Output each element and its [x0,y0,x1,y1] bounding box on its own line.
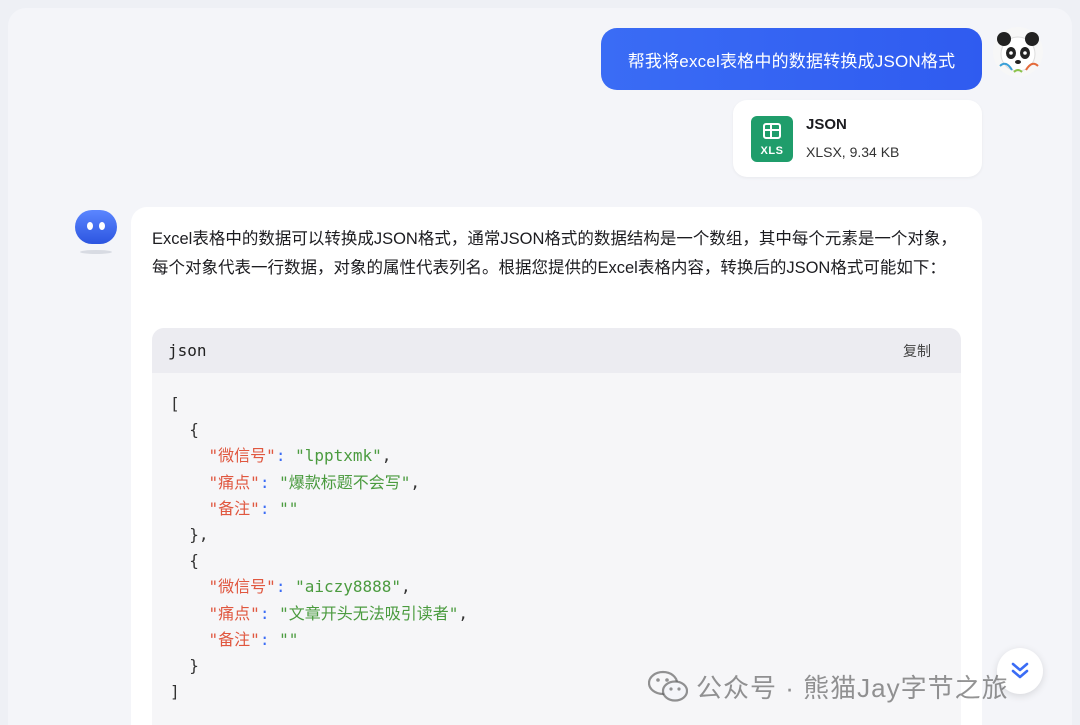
file-type-label: XLS [760,145,784,157]
wechat-icon [648,670,688,702]
code-block: json 复制 [ { "微信号": "lpptxmk", "痛点": "爆款标… [152,328,961,725]
copy-button[interactable]: 复制 [903,341,931,361]
code-line: }, [170,525,209,545]
json-value: "文章开头无法吸引读者" [279,603,459,623]
json-value: "爆款标题不会写" [279,472,411,492]
user-message-bubble: 帮我将excel表格中的数据转换成JSON格式 [601,28,982,90]
user-avatar-panda-icon[interactable] [992,26,1044,78]
json-key: "备注" [208,629,260,649]
json-value: "" [279,629,299,649]
watermark: 公众号 · 熊猫Jay字节之旅 [648,668,1009,705]
chat-window: 帮我将excel表格中的数据转换成JSON格式 XLS JSON XLSX, 9… [8,8,1072,725]
code-line: "痛点": "文章开头无法吸引读者", [208,603,468,623]
code-line: { [170,420,199,440]
attachment-meta: XLSX, 9.34 KB [806,144,900,160]
json-key: "微信号" [208,577,276,597]
user-message-text: 帮我将excel表格中的数据转换成JSON格式 [627,51,956,71]
json-value: "aiczy8888" [295,577,402,597]
code-line: [ [170,394,180,413]
json-value: "lpptxmk" [295,446,382,466]
json-key: "痛点" [208,472,260,492]
code-line: { [170,551,199,571]
code-block-header: json 复制 [152,328,961,373]
json-key: "备注" [208,498,260,518]
code-content: [ { "微信号": "lpptxmk", "痛点": "爆款标题不会写", "… [152,373,961,705]
double-chevron-down-icon [1011,662,1029,679]
attachment-name: JSON [806,116,847,133]
attachment-card[interactable]: XLS JSON XLSX, 9.34 KB [733,100,982,177]
code-line: "备注": "" [208,498,299,518]
code-line: "微信号": "lpptxmk", [208,446,392,466]
code-line: "痛点": "爆款标题不会写", [208,472,420,492]
json-key: "微信号" [208,446,276,466]
json-value: "" [279,498,299,518]
code-line: "微信号": "aiczy8888", [208,577,411,597]
code-language-label: json [168,341,207,360]
json-key: "痛点" [208,603,260,623]
code-line: "备注": "" [208,629,299,649]
bot-message-text: Excel表格中的数据可以转换成JSON格式，通常JSON格式的数据结构是一个数… [152,230,957,277]
bot-message-bubble: Excel表格中的数据可以转换成JSON格式，通常JSON格式的数据结构是一个数… [131,207,982,725]
bot-avatar-icon [75,210,117,254]
spreadsheet-icon: XLS [751,116,793,162]
watermark-text: 公众号 · 熊猫Jay字节之旅 [696,673,1009,703]
